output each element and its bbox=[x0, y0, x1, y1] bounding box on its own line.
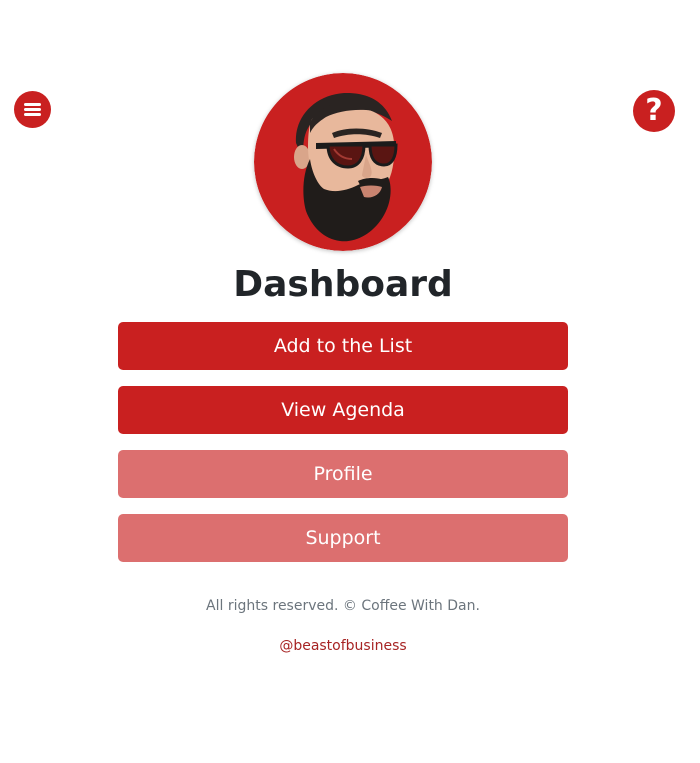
page-title: Dashboard bbox=[233, 264, 453, 305]
support-button[interactable]: Support bbox=[118, 514, 568, 562]
menu-bar bbox=[24, 108, 41, 111]
menu-bar bbox=[24, 103, 41, 106]
question-mark-icon[interactable]: ? bbox=[633, 90, 675, 132]
menu-bar bbox=[24, 113, 41, 116]
add-to-list-button[interactable]: Add to the List bbox=[118, 322, 568, 370]
profile-button[interactable]: Profile bbox=[118, 450, 568, 498]
copyright-text: All rights reserved. © Coffee With Dan. bbox=[206, 598, 480, 614]
dashboard-page: ? Dashboard Add to the List View Agenda … bbox=[0, 0, 700, 763]
avatar bbox=[254, 73, 432, 251]
hamburger-menu-icon[interactable] bbox=[14, 91, 51, 128]
view-agenda-button[interactable]: View Agenda bbox=[118, 386, 568, 434]
social-handle-link[interactable]: @beastofbusiness bbox=[0, 636, 686, 656]
bearded-man-sunglasses-avatar bbox=[254, 73, 432, 251]
